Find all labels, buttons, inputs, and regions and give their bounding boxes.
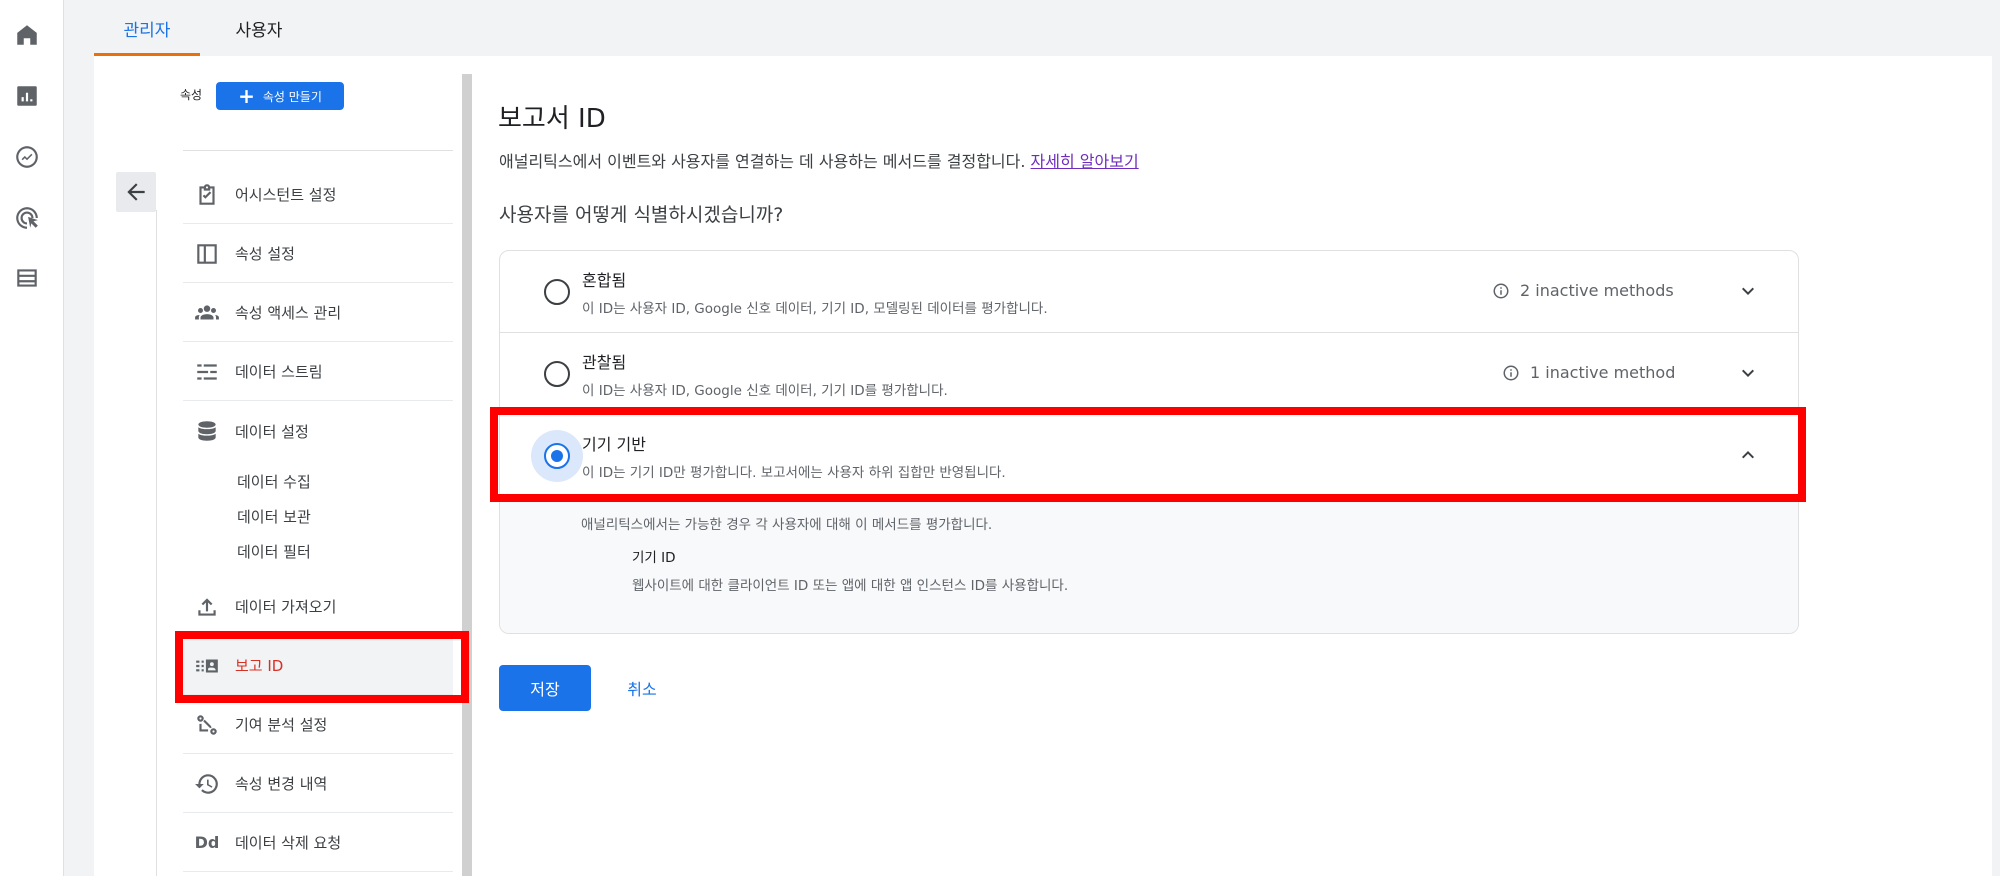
sidebar-item-data-settings[interactable]: 데이터 설정 <box>183 402 453 460</box>
sidebar-item-label: 속성 변경 내역 <box>235 775 328 793</box>
identity-question: 사용자를 어떻게 식별하시겠습니까? <box>499 204 784 226</box>
cancel-button[interactable]: 취소 <box>612 665 672 711</box>
page-description: 애널리틱스에서 이벤트와 사용자를 연결하는 데 사용하는 메서드를 결정합니다… <box>499 148 1139 172</box>
divider <box>183 150 453 151</box>
nav-divider <box>156 210 157 876</box>
page-gutter-right <box>1992 56 2000 876</box>
sidebar-item-data-streams[interactable]: 데이터 스트림 <box>183 343 453 401</box>
plus-icon: + <box>238 84 255 108</box>
page-gutter <box>64 56 94 876</box>
sidebar-item-label: 속성 액세스 관리 <box>235 304 342 322</box>
tab-user[interactable]: 사용자 <box>214 0 304 56</box>
option-title: 관찰됨 <box>582 353 627 372</box>
people-icon <box>183 300 231 326</box>
page-description-text: 애널리틱스에서 이벤트와 사용자를 연결하는 데 사용하는 메서드를 결정합니다… <box>499 152 1026 171</box>
history-icon <box>183 771 231 797</box>
sidebar-item-label: 속성 설정 <box>235 245 295 263</box>
home-icon[interactable] <box>12 20 42 50</box>
reports-icon[interactable] <box>12 81 42 111</box>
advertising-icon[interactable] <box>12 203 42 233</box>
explore-icon[interactable] <box>12 142 42 172</box>
create-property-button[interactable]: + 속성 만들기 <box>216 82 344 110</box>
sidebar-item-access[interactable]: 속성 액세스 관리 <box>183 284 453 342</box>
tab-admin[interactable]: 관리자 <box>94 0 200 56</box>
sidebar-item-label: 어시스턴트 설정 <box>235 186 337 204</box>
create-property-label: 속성 만들기 <box>262 89 322 104</box>
inactive-methods-info: 2 inactive methods <box>1492 281 1674 300</box>
sidebar-item-label: 기여 분석 설정 <box>235 716 328 734</box>
property-label: 속성 <box>180 88 203 102</box>
info-icon <box>1503 365 1519 380</box>
sidebar-subitem-data-collection[interactable]: 데이터 수집 <box>237 471 311 492</box>
sidebar-item-data-import[interactable]: 데이터 가져오기 <box>183 578 453 636</box>
radio-blended[interactable] <box>544 279 570 305</box>
sidebar-item-label: 데이터 삭제 요청 <box>235 834 342 852</box>
sidebar-subitem-data-filters[interactable]: 데이터 필터 <box>237 541 311 562</box>
stream-icon <box>183 359 231 385</box>
upload-icon <box>183 594 231 620</box>
option-observed[interactable]: 관찰됨 이 ID는 사용자 ID, Google 신호 데이터, 기기 ID를 … <box>500 333 1798 415</box>
sidebar-item-label: 데이터 스트림 <box>235 363 323 381</box>
option-description: 이 ID는 사용자 ID, Google 신호 데이터, 기기 ID, 모델링된… <box>582 301 1048 317</box>
radio-observed[interactable] <box>544 361 570 387</box>
inactive-methods-text: 2 inactive methods <box>1520 281 1674 300</box>
device-id-description: 웹사이트에 대한 클라이언트 ID 또는 앱에 대한 앱 인스턴스 ID를 사용… <box>632 578 1069 594</box>
device-id-title: 기기 ID <box>632 550 676 566</box>
inactive-methods-text: 1 inactive method <box>1530 363 1676 382</box>
back-button[interactable] <box>116 172 156 212</box>
option-description: 이 ID는 사용자 ID, Google 신호 데이터, 기기 ID를 평가합니… <box>582 383 948 399</box>
sidebar-item-label: 데이터 가져오기 <box>235 598 337 616</box>
highlight-box-nav <box>175 631 469 703</box>
highlight-box-option <box>490 407 1806 502</box>
chevron-down-icon[interactable] <box>1736 361 1760 385</box>
dd-icon: Dd <box>194 833 220 852</box>
sidebar-item-property-settings[interactable]: 속성 설정 <box>183 225 453 283</box>
sidebar-item-data-deletion[interactable]: Dd 데이터 삭제 요청 <box>183 814 453 872</box>
option-title: 혼합됨 <box>582 271 627 290</box>
checklist-icon <box>183 182 231 208</box>
sidebar-subitem-data-retention[interactable]: 데이터 보관 <box>237 506 311 527</box>
page-title: 보고서 ID <box>498 104 606 134</box>
arrow-back-icon <box>127 183 145 201</box>
device-based-details: 애널리틱스에서는 가능한 경우 각 사용자에 대해 이 메서드를 평가합니다. … <box>500 498 1798 633</box>
layout-icon <box>183 241 231 267</box>
info-icon <box>1493 283 1509 298</box>
sidebar-item-change-history[interactable]: 속성 변경 내역 <box>183 755 453 813</box>
details-note: 애널리틱스에서는 가능한 경우 각 사용자에 대해 이 메서드를 평가합니다. <box>581 517 993 533</box>
chevron-down-icon[interactable] <box>1736 279 1760 303</box>
database-icon <box>183 418 231 444</box>
inactive-methods-info: 1 inactive method <box>1502 363 1675 382</box>
top-tab-bar: 관리자 사용자 <box>64 0 2000 56</box>
save-button[interactable]: 저장 <box>499 665 591 711</box>
subnav-scrollbar[interactable] <box>462 74 472 876</box>
learn-more-link[interactable]: 자세히 알아보기 <box>1031 152 1139 171</box>
configure-icon[interactable] <box>12 263 42 293</box>
left-rail <box>0 0 64 876</box>
sidebar-item-label: 데이터 설정 <box>235 422 309 441</box>
attribution-icon <box>183 712 231 738</box>
option-blended[interactable]: 혼합됨 이 ID는 사용자 ID, Google 신호 데이터, 기기 ID, … <box>500 251 1798 333</box>
sidebar-item-assistant[interactable]: 어시스턴트 설정 <box>183 166 453 224</box>
sidebar-item-attribution[interactable]: 기여 분석 설정 <box>183 696 453 754</box>
